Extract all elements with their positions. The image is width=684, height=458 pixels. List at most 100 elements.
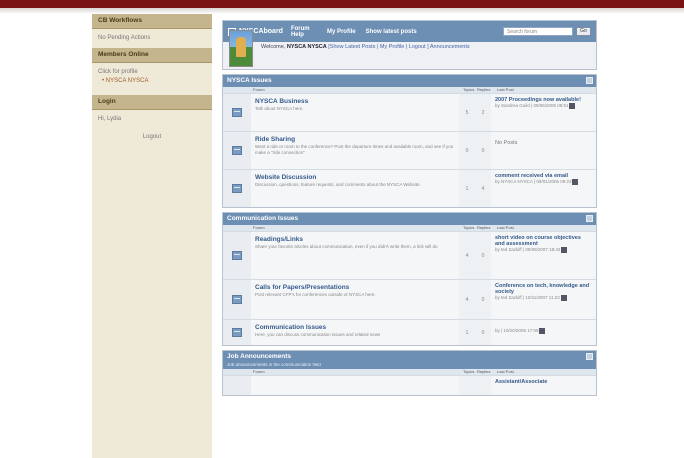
welcome-user: NYSCA NYSCA bbox=[286, 44, 327, 50]
reply-count: 0 bbox=[475, 132, 491, 169]
search-go-button[interactable]: Go bbox=[576, 27, 591, 36]
last-post: short video on course objectives and ass… bbox=[491, 232, 596, 279]
forum-main: NYSCAboard Forum Help My Profile Show la… bbox=[222, 20, 597, 458]
forum-name[interactable]: Website Discussion bbox=[255, 174, 455, 181]
last-post-meta-text: by | 10/20/2006 17:06 bbox=[495, 328, 539, 334]
last-post: Assistant/Associate bbox=[491, 376, 596, 395]
goto-post-icon[interactable] bbox=[561, 247, 568, 253]
folder-icon bbox=[232, 251, 242, 260]
last-post-meta-text: by Sandrea Guild | 09/06/2006 09:51 bbox=[495, 103, 569, 109]
category-title: Job Announcements bbox=[223, 351, 596, 363]
last-post-meta-text: by ted Zackiff | 10/11/2007 11:23 bbox=[495, 295, 560, 301]
last-post: comment received via email by NYSCA NYSC… bbox=[491, 170, 596, 207]
folder-icon bbox=[232, 108, 242, 117]
last-post-meta: by ted Zackiff | 09/08/2007 18:42 bbox=[495, 247, 592, 253]
forum-row: Ride Sharing Want a ride or room to the … bbox=[223, 131, 596, 169]
reply-count: 4 bbox=[475, 170, 491, 207]
online-member-link[interactable]: • NYSCA NYSCA bbox=[98, 77, 206, 86]
login-title: Login bbox=[92, 95, 212, 110]
category-communication-issues: Communication Issues Forum Topics Replie… bbox=[222, 212, 597, 346]
forum-desc: Discussion, questions, feature requests,… bbox=[255, 182, 421, 187]
goto-post-icon[interactable] bbox=[569, 103, 576, 109]
forum-row: Readings/Links Share your favorite artic… bbox=[223, 231, 596, 279]
folder-icon bbox=[232, 295, 242, 304]
online-member-name[interactable]: NYSCA NYSCA bbox=[106, 78, 149, 84]
category-title-text[interactable]: Job Announcements bbox=[227, 353, 291, 360]
topic-count: 4 bbox=[459, 232, 475, 279]
logout-link[interactable]: Logout bbox=[92, 129, 212, 147]
category-title: NYSCA Issues bbox=[223, 75, 596, 87]
forum-header: NYSCAboard Forum Help My Profile Show la… bbox=[222, 20, 597, 70]
folder-icon bbox=[232, 328, 242, 337]
forum-name[interactable]: Readings/Links bbox=[255, 236, 455, 243]
goto-post-icon[interactable] bbox=[539, 328, 546, 334]
avatar bbox=[229, 30, 253, 67]
goto-post-icon[interactable] bbox=[560, 295, 567, 301]
members-online-box: Click for profile • NYSCA NYSCA bbox=[92, 63, 212, 91]
collapse-icon[interactable] bbox=[586, 77, 593, 84]
nav-my-profile[interactable]: My Profile bbox=[327, 29, 356, 35]
forum-desc: Here, you can discuss communication issu… bbox=[255, 332, 381, 337]
welcome-prefix: Welcome, bbox=[261, 44, 286, 50]
forum-name[interactable]: Ride Sharing bbox=[255, 136, 455, 143]
collapse-icon[interactable] bbox=[586, 215, 593, 222]
last-post: No Posts bbox=[491, 132, 596, 169]
forum-navbar: NYSCAboard Forum Help My Profile Show la… bbox=[223, 21, 596, 42]
last-post-meta: by | 10/20/2006 17:06 bbox=[495, 323, 592, 334]
workflows-text: No Pending Actions bbox=[98, 35, 151, 41]
forum-row: Assistant/Associate bbox=[223, 375, 596, 395]
forum-desc: Share your favorite articles about commu… bbox=[255, 244, 438, 249]
last-post-meta-text: by ted Zackiff | 09/08/2007 18:42 bbox=[495, 247, 561, 253]
folder-icon bbox=[232, 184, 242, 193]
last-post-title[interactable]: short video on course objectives and ass… bbox=[495, 235, 592, 247]
category-title-text[interactable]: NYSCA Issues bbox=[227, 77, 272, 84]
folder-icon bbox=[232, 146, 242, 155]
welcome-text: Welcome, NYSCA NYSCA [Show Latest Posts … bbox=[261, 44, 470, 50]
last-post-title[interactable]: Assistant/Associate bbox=[495, 379, 592, 385]
search-input[interactable]: Search forum bbox=[503, 27, 573, 36]
nav-latest-posts[interactable]: Show latest posts bbox=[366, 29, 417, 35]
last-post: Conference on tech, knowledge and societ… bbox=[491, 280, 596, 319]
collapse-icon[interactable] bbox=[586, 353, 593, 360]
topic-count: 0 bbox=[459, 132, 475, 169]
last-post: 2007 Proceedings now available! by Sandr… bbox=[491, 94, 596, 131]
reply-count: 0 bbox=[475, 280, 491, 319]
last-post-meta: by Sandrea Guild | 09/06/2006 09:51 bbox=[495, 103, 592, 109]
last-post-meta-text: by NYSCA NYSCA | 09/01/2006 09:23 bbox=[495, 179, 572, 185]
top-banner bbox=[0, 0, 684, 8]
category-title: Communication Issues bbox=[223, 213, 596, 225]
forum-name[interactable]: Communication Issues bbox=[255, 324, 455, 331]
forum-row: Communication Issues Here, you can discu… bbox=[223, 319, 596, 345]
last-post-meta: by ted Zackiff | 10/11/2007 11:23 bbox=[495, 295, 592, 301]
topic-count: 5 bbox=[459, 94, 475, 131]
last-post: by | 10/20/2006 17:06 bbox=[491, 320, 596, 345]
welcome-links[interactable]: [Show Latest Posts | My Profile | Logout… bbox=[328, 44, 469, 50]
last-post-meta-text: No Posts bbox=[495, 140, 518, 146]
reply-count: 0 bbox=[475, 320, 491, 345]
topic-count: 1 bbox=[459, 170, 475, 207]
reply-count: 0 bbox=[475, 232, 491, 279]
forum-name[interactable]: Calls for Papers/Presentations bbox=[255, 284, 455, 291]
forum-row: Website Discussion Discussion, questions… bbox=[223, 169, 596, 207]
category-job-announcements: Job Announcements Job announcements in t… bbox=[222, 350, 597, 396]
forum-name[interactable]: NYSCA Business bbox=[255, 98, 455, 105]
nav-forum-help[interactable]: Forum Help bbox=[291, 26, 317, 38]
welcome-bar: Welcome, NYSCA NYSCA [Show Latest Posts … bbox=[223, 30, 596, 70]
topic-count: 1 bbox=[459, 320, 475, 345]
topic-count: 4 bbox=[459, 280, 475, 319]
goto-post-icon[interactable] bbox=[572, 179, 579, 185]
forum-desc: Post relevant CFP's for conferences outs… bbox=[255, 292, 376, 297]
forum-desc: Want a ride or room to the conference? P… bbox=[255, 144, 454, 155]
forum-row: Calls for Papers/Presentations Post rele… bbox=[223, 279, 596, 319]
forum-desc: Talk about NYSCA here. bbox=[255, 106, 304, 111]
category-title-text[interactable]: Communication Issues bbox=[227, 215, 298, 222]
category-desc: Job announcements in the communication f… bbox=[223, 362, 596, 369]
forum-row: NYSCA Business Talk about NYSCA here. 5 … bbox=[223, 93, 596, 131]
category-nysca-issues: NYSCA Issues Forum Topics Replies Last P… bbox=[222, 74, 597, 208]
reply-count: 2 bbox=[475, 94, 491, 131]
sidebar: CB Workflows No Pending Actions Members … bbox=[92, 14, 212, 458]
last-post-meta: by NYSCA NYSCA | 09/01/2006 09:23 bbox=[495, 179, 592, 185]
members-online-title: Members Online bbox=[92, 48, 212, 63]
workflows-title: CB Workflows bbox=[92, 14, 212, 29]
last-post-title[interactable]: Conference on tech, knowledge and societ… bbox=[495, 283, 592, 295]
